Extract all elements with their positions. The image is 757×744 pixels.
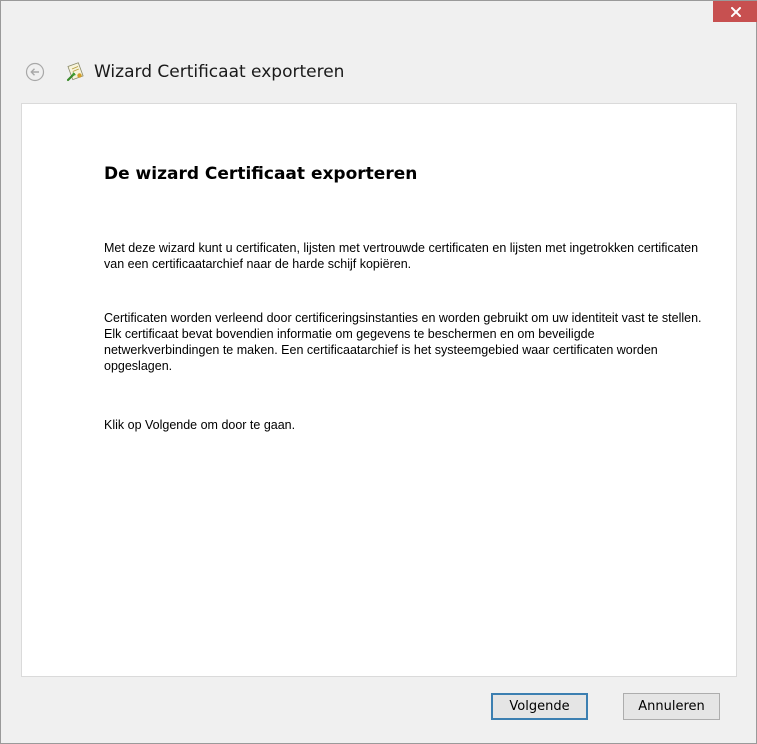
back-button[interactable]	[25, 62, 45, 82]
description-paragraph: Certificaten worden verleend door certif…	[104, 311, 702, 373]
button-bar: Volgende Annuleren	[1, 677, 756, 743]
wizard-window: Wizard Certificaat exporteren De wizard …	[0, 0, 757, 744]
window-title: Wizard Certificaat exporteren	[94, 62, 345, 82]
title-bar	[1, 1, 757, 37]
close-button[interactable]	[713, 1, 757, 22]
back-arrow-icon	[25, 62, 45, 82]
wizard-header: Wizard Certificaat exporteren	[1, 54, 756, 94]
close-icon	[730, 6, 741, 17]
cancel-button[interactable]: Annuleren	[623, 693, 720, 720]
certificate-icon	[66, 62, 84, 82]
instruction-paragraph: Klik op Volgende om door te gaan.	[104, 418, 296, 432]
intro-paragraph: Met deze wizard kunt u certificaten, lij…	[104, 241, 699, 271]
content-panel: De wizard Certificaat exporteren Met dez…	[21, 103, 737, 677]
page-heading: De wizard Certificaat exporteren	[104, 164, 418, 184]
next-button[interactable]: Volgende	[491, 693, 588, 720]
